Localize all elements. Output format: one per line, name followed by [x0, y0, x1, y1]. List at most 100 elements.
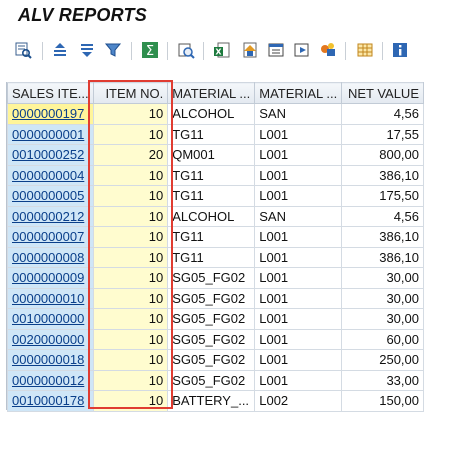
cell-material-2[interactable]: L001 [254, 328, 343, 350]
cell-material[interactable]: ALCOHOL [167, 205, 256, 227]
cell-sales-item[interactable]: 0000000212 [7, 205, 94, 227]
filter-icon[interactable] [103, 40, 123, 60]
sales-item-link[interactable]: 0000000212 [12, 209, 84, 224]
cell-material-2[interactable]: L001 [254, 185, 343, 207]
change-layout-icon[interactable] [355, 40, 375, 60]
cell-material[interactable]: SG05_FG02 [167, 287, 256, 309]
cell-material[interactable]: TG11 [167, 246, 256, 268]
table-row[interactable]: 0000000018 10 SG05_FG02 L001 250,00 [7, 349, 424, 371]
cell-net-value[interactable]: 60,00 [341, 328, 424, 350]
cell-material-2[interactable]: L001 [254, 246, 343, 268]
cell-sales-item[interactable]: 0000000005 [7, 185, 94, 207]
cell-sales-item[interactable]: 0000000197 [7, 103, 94, 125]
sales-item-link[interactable]: 0010000178 [12, 393, 84, 408]
cell-item-no[interactable]: 10 [92, 226, 169, 248]
cell-material-2[interactable]: L001 [254, 308, 343, 330]
sales-item-link[interactable]: 0020000000 [12, 332, 84, 347]
column-header-sales-item[interactable]: SALES ITE... [7, 82, 94, 104]
word-processing-icon[interactable] [240, 40, 260, 60]
cell-sales-item[interactable]: 0010000252 [7, 144, 94, 166]
cell-material[interactable]: TG11 [167, 226, 256, 248]
sales-item-link[interactable]: 0000000018 [12, 352, 84, 367]
cell-item-no[interactable]: 10 [92, 308, 169, 330]
cell-material[interactable]: QM001 [167, 144, 256, 166]
sales-item-link[interactable]: 0010000000 [12, 311, 84, 326]
cell-material-2[interactable]: L002 [254, 390, 343, 412]
mail-recipient-icon[interactable] [292, 40, 312, 60]
export-excel-icon[interactable]: X [212, 40, 232, 60]
table-row[interactable]: 0000000001 10 TG11 L001 17,55 [7, 123, 424, 145]
table-row[interactable]: 0000000197 10 ALCOHOL SAN 4,56 [7, 103, 424, 125]
sales-item-link[interactable]: 0000000007 [12, 229, 84, 244]
table-row[interactable]: 0000000012 10 SG05_FG02 L001 33,00 [7, 369, 424, 391]
cell-sales-item[interactable]: 0000000010 [7, 287, 94, 309]
table-row[interactable]: 0000000010 10 SG05_FG02 L001 30,00 [7, 287, 424, 309]
cell-item-no[interactable]: 10 [92, 185, 169, 207]
cell-net-value[interactable]: 30,00 [341, 267, 424, 289]
cell-item-no[interactable]: 10 [92, 205, 169, 227]
cell-net-value[interactable]: 30,00 [341, 308, 424, 330]
table-row[interactable]: 0000000008 10 TG11 L001 386,10 [7, 246, 424, 268]
cell-material[interactable]: SG05_FG02 [167, 369, 256, 391]
cell-sales-item[interactable]: 0000000001 [7, 123, 94, 145]
cell-net-value[interactable]: 150,00 [341, 390, 424, 412]
cell-sales-item[interactable]: 0000000012 [7, 369, 94, 391]
cell-net-value[interactable]: 386,10 [341, 164, 424, 186]
local-file-icon[interactable] [266, 40, 286, 60]
cell-item-no[interactable]: 10 [92, 164, 169, 186]
cell-material-2[interactable]: L001 [254, 267, 343, 289]
cell-net-value[interactable]: 30,00 [341, 287, 424, 309]
cell-material[interactable]: BATTERY_... [167, 390, 256, 412]
column-header-material[interactable]: MATERIAL ... [167, 82, 256, 104]
info-icon[interactable] [390, 40, 410, 60]
cell-net-value[interactable]: 386,10 [341, 246, 424, 268]
sales-item-link[interactable]: 0000000001 [12, 127, 84, 142]
cell-item-no[interactable]: 10 [92, 328, 169, 350]
cell-sales-item[interactable]: 0000000008 [7, 246, 94, 268]
cell-item-no[interactable]: 10 [92, 349, 169, 371]
sales-item-link[interactable]: 0000000009 [12, 270, 84, 285]
column-header-net-value[interactable]: NET VALUE [341, 82, 424, 104]
sales-item-link[interactable]: 0000000005 [12, 188, 84, 203]
cell-material[interactable]: TG11 [167, 185, 256, 207]
sort-ascending-icon[interactable] [50, 40, 70, 60]
cell-net-value[interactable]: 800,00 [341, 144, 424, 166]
abc-analysis-icon[interactable] [318, 40, 338, 60]
cell-net-value[interactable]: 175,50 [341, 185, 424, 207]
cell-net-value[interactable]: 33,00 [341, 369, 424, 391]
table-row[interactable]: 0010000000 10 SG05_FG02 L001 30,00 [7, 308, 424, 330]
table-row[interactable]: 0020000000 10 SG05_FG02 L001 60,00 [7, 328, 424, 350]
sales-item-link[interactable]: 0000000010 [12, 291, 84, 306]
cell-item-no[interactable]: 10 [92, 369, 169, 391]
print-preview-icon[interactable] [176, 40, 196, 60]
cell-net-value[interactable]: 250,00 [341, 349, 424, 371]
cell-net-value[interactable]: 4,56 [341, 103, 424, 125]
cell-material-2[interactable]: L001 [254, 123, 343, 145]
table-row[interactable]: 0010000252 20 QM001 L001 800,00 [7, 144, 424, 166]
table-row[interactable]: 0000000212 10 ALCOHOL SAN 4,56 [7, 205, 424, 227]
cell-material-2[interactable]: L001 [254, 164, 343, 186]
cell-item-no[interactable]: 10 [92, 267, 169, 289]
sales-item-link[interactable]: 0000000004 [12, 168, 84, 183]
cell-item-no[interactable]: 10 [92, 287, 169, 309]
cell-material-2[interactable]: L001 [254, 369, 343, 391]
sales-item-link[interactable]: 0010000252 [12, 147, 84, 162]
sum-icon[interactable]: Σ [140, 40, 160, 60]
cell-sales-item[interactable]: 0000000018 [7, 349, 94, 371]
cell-material[interactable]: TG11 [167, 123, 256, 145]
cell-material-2[interactable]: SAN [254, 205, 343, 227]
sales-item-link[interactable]: 0000000197 [12, 106, 84, 121]
cell-item-no[interactable]: 10 [92, 123, 169, 145]
cell-sales-item[interactable]: 0000000007 [7, 226, 94, 248]
cell-item-no[interactable]: 20 [92, 144, 169, 166]
cell-net-value[interactable]: 386,10 [341, 226, 424, 248]
cell-net-value[interactable]: 17,55 [341, 123, 424, 145]
sales-item-link[interactable]: 0000000012 [12, 373, 84, 388]
cell-material-2[interactable]: L001 [254, 349, 343, 371]
cell-item-no[interactable]: 10 [92, 246, 169, 268]
cell-sales-item[interactable]: 0020000000 [7, 328, 94, 350]
details-icon[interactable] [13, 40, 33, 60]
cell-material[interactable]: SG05_FG02 [167, 308, 256, 330]
table-row[interactable]: 0000000005 10 TG11 L001 175,50 [7, 185, 424, 207]
sales-item-link[interactable]: 0000000008 [12, 250, 84, 265]
